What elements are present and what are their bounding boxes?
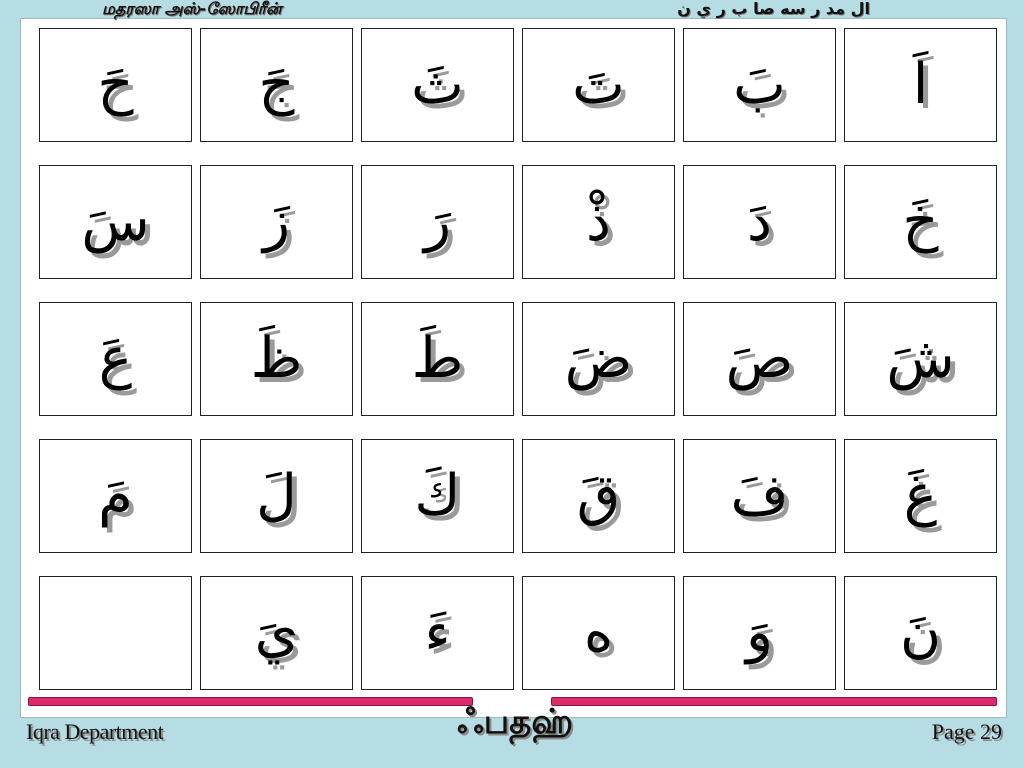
arabic-letter: خَ [902, 189, 939, 254]
department-label: Iqra Department [26, 719, 164, 744]
letter-card: لَ [200, 439, 353, 553]
letter-card: اَ [844, 28, 997, 142]
letter-card: قَ [522, 439, 675, 553]
letter-card: وَ [683, 576, 836, 690]
letter-card: سَ [39, 165, 192, 279]
arabic-letter: صَ [725, 326, 794, 391]
letter-card: ظَ [200, 302, 353, 416]
fatha-title: ஃபதஹ் [457, 702, 573, 742]
arabic-letter: وَ [745, 600, 774, 665]
arabic-letter: ظَ [250, 326, 303, 391]
letter-card: حَ [39, 28, 192, 142]
letter-card: خَ [844, 165, 997, 279]
letter-card: طَ [361, 302, 514, 416]
arabic-letter: عَ [98, 326, 133, 391]
arabic-letter: سَ [81, 189, 150, 254]
letter-card: ءَ [361, 576, 514, 690]
arabic-letter: شَ [886, 326, 955, 391]
letter-card: صَ [683, 302, 836, 416]
arabic-letter: ثَ [411, 52, 464, 117]
arabic-letter: زَ [262, 189, 291, 254]
arabic-letter: فَ [730, 463, 789, 528]
letter-card: فَ [683, 439, 836, 553]
letter-card: ثَ [361, 28, 514, 142]
arabic-letter: حَ [97, 52, 134, 117]
letter-grid: اَ بَ تَ ثَ جَ حَ خَ دَ ذْ رَ زَ سَ شَ ص… [36, 28, 997, 691]
arabic-letter: لَ [256, 463, 297, 528]
arabic-letter: كَ [414, 463, 461, 528]
arabic-letter: ذْ [586, 189, 611, 254]
arabic-letter: يَ [254, 600, 299, 665]
divider-bar-right [551, 697, 997, 706]
letter-card: جَ [200, 28, 353, 142]
arabic-letter: مَ [98, 463, 133, 528]
arabic-letter: رَ [423, 189, 452, 254]
arabic-letter: دَ [747, 189, 772, 254]
arabic-letter: ه [583, 600, 614, 665]
page-number: Page 29 [931, 719, 1002, 744]
arabic-letter: نَ [899, 600, 942, 665]
arabic-letter: غَ [903, 463, 938, 528]
letter-card: زَ [200, 165, 353, 279]
letter-card: دَ [683, 165, 836, 279]
letter-card: تَ [522, 28, 675, 142]
letter-card: عَ [39, 302, 192, 416]
letter-card: كَ [361, 439, 514, 553]
letter-card: ه [522, 576, 675, 690]
letter-card: بَ [683, 28, 836, 142]
header-tamil-title: மதரஸா அஸ்-ஸோபிரீன் [102, 0, 282, 18]
letter-card: يَ [200, 576, 353, 690]
arabic-letter: اَ [912, 52, 929, 117]
arabic-letter: تَ [572, 52, 625, 117]
letter-card: نَ [844, 576, 997, 690]
arabic-letter: بَ [733, 52, 786, 117]
letter-card: رَ [361, 165, 514, 279]
letter-card: شَ [844, 302, 997, 416]
arabic-letter: ضَ [564, 326, 633, 391]
arabic-letter: ءَ [424, 600, 451, 665]
arabic-letter: قَ [576, 463, 621, 528]
arabic-letter: طَ [411, 326, 464, 391]
empty-letter-card [39, 576, 192, 690]
letter-card: مَ [39, 439, 192, 553]
arabic-letter: جَ [258, 52, 295, 117]
letter-card: ضَ [522, 302, 675, 416]
letter-card: غَ [844, 439, 997, 553]
header-arabic-title: ال مد ر سه صا ب ر ي ن [677, 0, 870, 18]
divider-bar-left [28, 697, 473, 706]
letter-card: ذْ [522, 165, 675, 279]
